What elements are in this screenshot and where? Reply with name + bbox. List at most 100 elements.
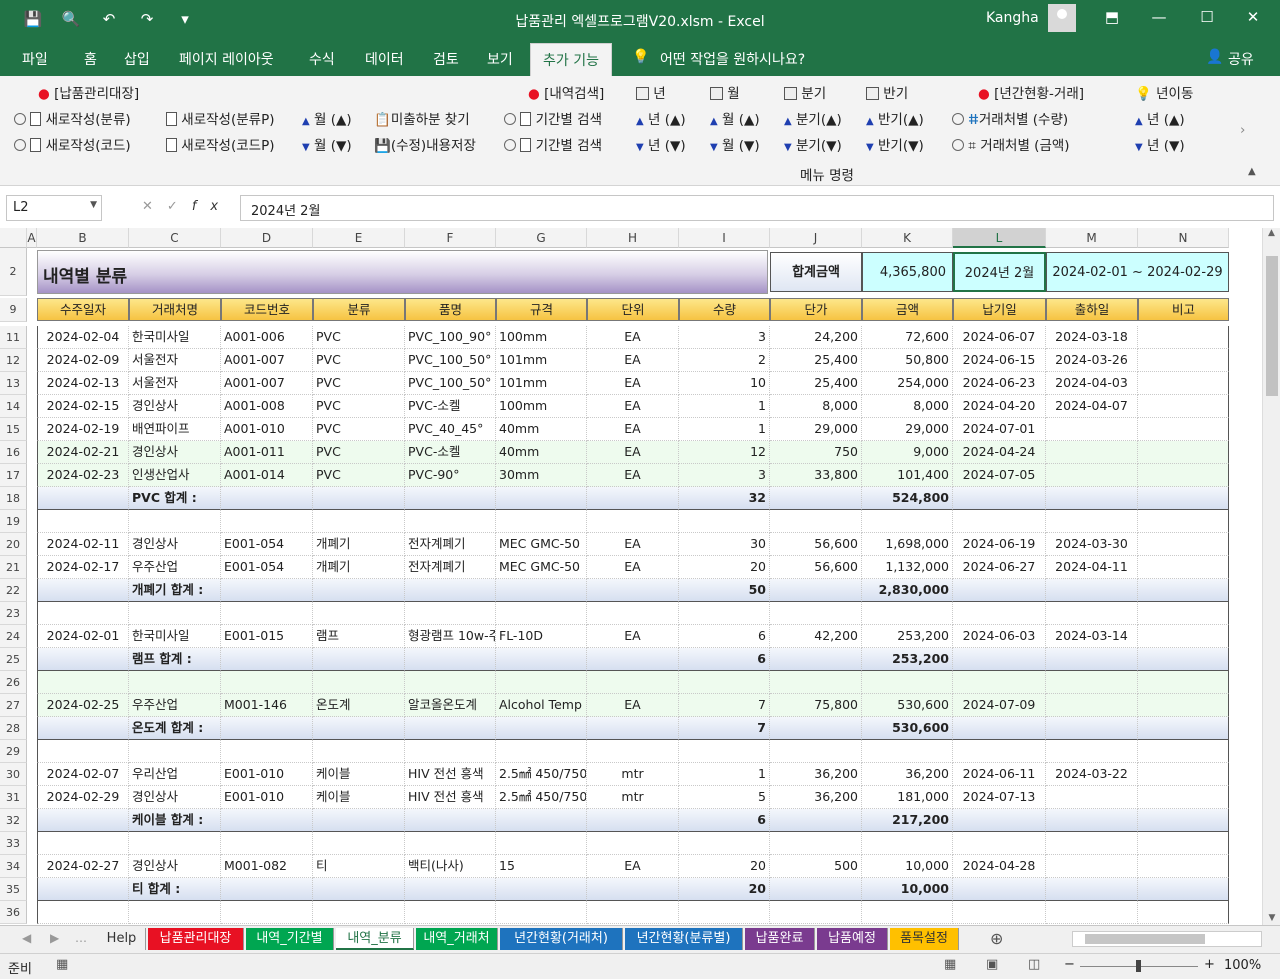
table-cell[interactable] — [313, 717, 405, 740]
table-cell[interactable] — [405, 602, 496, 625]
table-cell[interactable] — [1138, 510, 1229, 533]
table-cell[interactable]: 217,200 — [862, 809, 953, 832]
table-cell[interactable]: 75,800 — [770, 694, 862, 717]
table-cell[interactable] — [1138, 602, 1229, 625]
table-cell[interactable]: 5 — [679, 786, 770, 809]
row-header[interactable]: 12 — [0, 349, 27, 372]
fx-icon[interactable]: fx — [192, 199, 232, 214]
table-cell[interactable]: EA — [587, 464, 679, 487]
table-cell[interactable]: 온도계 합계 : — [129, 717, 221, 740]
table-cell[interactable]: 경인상사 — [129, 395, 221, 418]
row-header[interactable]: 9 — [0, 298, 27, 322]
table-cell[interactable]: 2024-03-14 — [1046, 625, 1138, 648]
tab-formulas[interactable]: 수식 — [309, 49, 335, 69]
sheet-tab[interactable]: 품목설정 — [890, 928, 959, 950]
table-cell[interactable]: 케이블 — [313, 786, 405, 809]
row-header[interactable]: 2 — [0, 248, 27, 296]
table-cell[interactable]: PVC 합계 : — [129, 487, 221, 510]
table-cell[interactable]: 램프 — [313, 625, 405, 648]
sheet-tab[interactable]: 년간현황(거래처) — [500, 928, 623, 950]
table-cell[interactable] — [1138, 717, 1229, 740]
table-cell[interactable] — [770, 510, 862, 533]
table-cell[interactable] — [405, 717, 496, 740]
table-cell[interactable] — [313, 832, 405, 855]
table-cell[interactable]: 25,400 — [770, 372, 862, 395]
column-header-g[interactable]: G — [496, 228, 587, 248]
table-cell[interactable] — [770, 671, 862, 694]
table-cell[interactable]: 개폐기 — [313, 556, 405, 579]
table-cell[interactable] — [37, 510, 129, 533]
month-up-button-2[interactable]: ▲ 월 (▲) — [710, 108, 760, 128]
table-cell[interactable] — [1046, 786, 1138, 809]
table-cell[interactable]: 전자계폐기 — [405, 533, 496, 556]
sheet-tab[interactable]: 내역_분류 — [336, 928, 414, 950]
table-cell[interactable] — [1046, 510, 1138, 533]
month-up-button[interactable]: ▲ 월 (▲) — [302, 108, 352, 128]
table-cell[interactable]: 2024-04-11 — [1046, 556, 1138, 579]
table-cell[interactable] — [587, 717, 679, 740]
period-range[interactable]: 2024-02-01 ~ 2024-02-29 — [1046, 252, 1229, 292]
enter-icon[interactable]: ✓ — [167, 199, 192, 214]
table-cell[interactable]: 36,200 — [770, 763, 862, 786]
table-cell[interactable]: 50,800 — [862, 349, 953, 372]
table-cell[interactable] — [1046, 855, 1138, 878]
user-name[interactable]: Kangha — [986, 10, 1039, 26]
table-cell[interactable]: 2024-04-07 — [1046, 395, 1138, 418]
table-cell[interactable]: PVC — [313, 326, 405, 349]
table-cell[interactable] — [1138, 464, 1229, 487]
table-cell[interactable] — [221, 671, 313, 694]
year-move-button[interactable]: 💡 년이동 — [1135, 82, 1193, 102]
normal-view-icon[interactable]: ▦ — [944, 957, 956, 972]
table-cell[interactable] — [1046, 671, 1138, 694]
table-cell[interactable]: 6 — [679, 625, 770, 648]
table-cell[interactable] — [587, 740, 679, 763]
table-cell[interactable]: A001-011 — [221, 441, 313, 464]
zoom-slider-thumb[interactable] — [1136, 960, 1141, 972]
table-cell[interactable]: mtr — [587, 763, 679, 786]
collapse-ribbon-icon[interactable]: ▲ — [1248, 166, 1256, 177]
new-by-code-button[interactable]: 새로작성(코드) — [14, 134, 131, 154]
table-cell[interactable]: A001-007 — [221, 372, 313, 395]
table-cell[interactable] — [1138, 441, 1229, 464]
table-cell[interactable] — [496, 809, 587, 832]
table-cell[interactable] — [405, 487, 496, 510]
table-cell[interactable] — [1046, 740, 1138, 763]
table-cell[interactable]: 12 — [679, 441, 770, 464]
table-cell[interactable] — [496, 878, 587, 901]
table-cell[interactable]: 2024-02-01 — [37, 625, 129, 648]
table-cell[interactable] — [129, 671, 221, 694]
table-cell[interactable]: 개폐기 합계 : — [129, 579, 221, 602]
table-cell[interactable] — [953, 717, 1046, 740]
table-cell[interactable]: 온도계 — [313, 694, 405, 717]
row-header[interactable]: 26 — [0, 671, 27, 694]
month-down-button-2[interactable]: ▼ 월 (▼) — [710, 134, 760, 154]
column-header-d[interactable]: D — [221, 228, 313, 248]
table-cell[interactable]: 72,600 — [862, 326, 953, 349]
table-cell[interactable] — [1138, 855, 1229, 878]
table-cell[interactable]: EA — [587, 372, 679, 395]
table-cell[interactable]: 2024-03-22 — [1046, 763, 1138, 786]
row-header[interactable]: 36 — [0, 901, 27, 924]
table-cell[interactable]: 2,830,000 — [862, 579, 953, 602]
table-cell[interactable]: 2024-02-11 — [37, 533, 129, 556]
table-cell[interactable] — [862, 901, 953, 924]
row-header[interactable]: 15 — [0, 418, 27, 441]
table-cell[interactable]: PVC — [313, 395, 405, 418]
table-cell[interactable] — [129, 901, 221, 924]
table-cell[interactable] — [1138, 763, 1229, 786]
table-cell[interactable]: PVC_100_50° — [405, 372, 496, 395]
table-cell[interactable] — [221, 878, 313, 901]
table-cell[interactable]: 2024-04-20 — [953, 395, 1046, 418]
table-cell[interactable] — [1138, 832, 1229, 855]
table-cell[interactable]: 8,000 — [770, 395, 862, 418]
sheet-tab[interactable]: 납품관리대장 — [148, 928, 244, 950]
table-cell[interactable]: 2024-03-26 — [1046, 349, 1138, 372]
table-cell[interactable] — [770, 832, 862, 855]
row-header[interactable]: 32 — [0, 809, 27, 832]
table-cell[interactable] — [313, 809, 405, 832]
column-header-f[interactable]: F — [405, 228, 496, 248]
table-cell[interactable]: PVC_100_90° — [405, 326, 496, 349]
table-cell[interactable]: 40mm — [496, 441, 587, 464]
table-cell[interactable]: 100mm — [496, 395, 587, 418]
table-cell[interactable]: 배연파이프 — [129, 418, 221, 441]
